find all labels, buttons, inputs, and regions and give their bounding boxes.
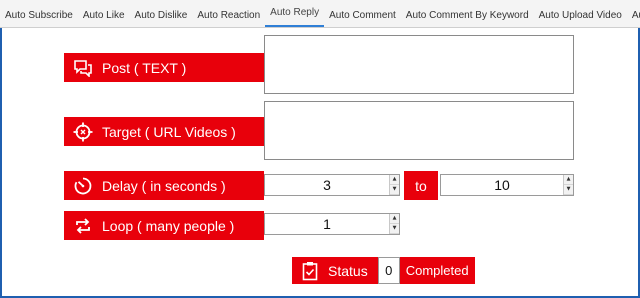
tab-auto-comment[interactable]: Auto Comment: [324, 3, 401, 27]
tab-auto-reply[interactable]: Auto Reply: [265, 1, 325, 27]
status-label-text: Status: [328, 262, 368, 279]
to-label: to: [404, 171, 438, 200]
delay-label-text: Delay ( in seconds ): [102, 177, 226, 194]
spin-up-icon[interactable]: ▲: [390, 214, 399, 224]
post-label: Post ( TEXT ): [64, 53, 264, 82]
tab-auto-comment-by-keyword[interactable]: Auto Comment By Keyword: [401, 3, 534, 27]
delay-label: Delay ( in seconds ): [64, 171, 264, 200]
delay-from-spinner[interactable]: ▲ ▼: [389, 175, 399, 195]
tab-auto-subscribe[interactable]: Auto Subscribe: [0, 3, 78, 27]
tab-auto-dislike[interactable]: Auto Dislike: [130, 3, 193, 27]
delay-to-spinner[interactable]: ▲ ▼: [563, 175, 573, 195]
spin-down-icon[interactable]: ▼: [564, 185, 573, 195]
chat-bubbles-icon: [64, 59, 102, 77]
target-label-text: Target ( URL Videos ): [102, 123, 236, 140]
spin-down-icon[interactable]: ▼: [390, 185, 399, 195]
clipboard-check-icon: [292, 261, 328, 281]
spin-up-icon[interactable]: ▲: [390, 175, 399, 185]
post-label-text: Post ( TEXT ): [102, 59, 187, 76]
loop-value[interactable]: 1: [265, 216, 389, 232]
repeat-icon: [64, 216, 102, 236]
tab-bar: Auto Subscribe Auto Like Auto Dislike Au…: [0, 0, 640, 28]
tab-auto-like[interactable]: Auto Like: [78, 3, 130, 27]
loop-spinner[interactable]: ▲ ▼: [389, 214, 399, 234]
loop-label: Loop ( many people ): [64, 211, 264, 240]
loop-label-text: Loop ( many people ): [102, 217, 235, 234]
status-label: Status: [292, 257, 378, 284]
delay-to-value[interactable]: 10: [441, 177, 563, 193]
spin-down-icon[interactable]: ▼: [390, 224, 399, 234]
crosshair-target-icon: [64, 122, 102, 142]
delay-from-value[interactable]: 3: [265, 177, 389, 193]
status-text: Completed: [399, 257, 475, 284]
post-textarea[interactable]: [264, 35, 574, 94]
loop-stepper[interactable]: 1 ▲ ▼: [264, 213, 400, 235]
spin-up-icon[interactable]: ▲: [564, 175, 573, 185]
status-count: 0: [377, 257, 400, 284]
tab-auto-scrap[interactable]: Auto Scrap: [627, 3, 640, 27]
tab-auto-upload-video[interactable]: Auto Upload Video: [534, 3, 627, 27]
target-label: Target ( URL Videos ): [64, 117, 264, 146]
status-bar: Status 0 Completed: [292, 257, 475, 284]
tab-auto-reaction[interactable]: Auto Reaction: [192, 3, 265, 27]
delay-to-stepper[interactable]: 10 ▲ ▼: [440, 174, 574, 196]
delay-from-stepper[interactable]: 3 ▲ ▼: [264, 174, 400, 196]
target-textarea[interactable]: [264, 101, 574, 160]
timer-icon: [64, 176, 102, 196]
